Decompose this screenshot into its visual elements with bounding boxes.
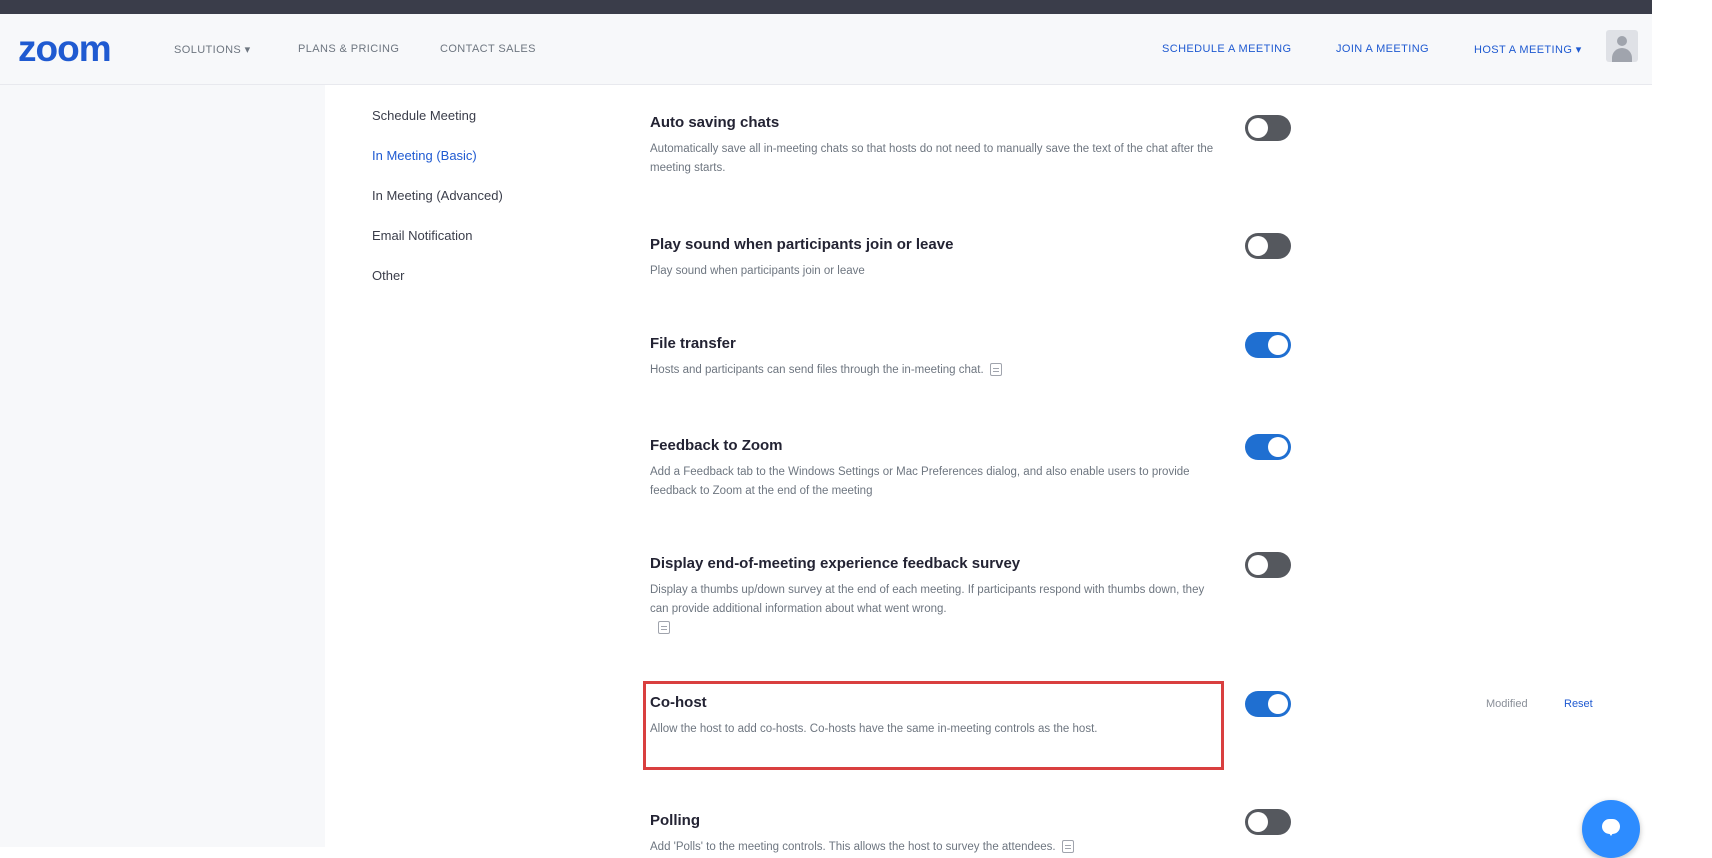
setting-file-transfer: File transfer Hosts and participants can… bbox=[650, 335, 1220, 380]
setting-title: Display end-of-meeting experience feedba… bbox=[650, 555, 1021, 572]
toggle-co-host[interactable] bbox=[1245, 691, 1291, 717]
top-strip bbox=[0, 0, 1652, 14]
setting-description: Hosts and participants can send files th… bbox=[650, 364, 984, 376]
setting-feedback-survey: Display end-of-meeting experience feedba… bbox=[650, 555, 1220, 638]
setting-polling: Polling Add 'Polls' to the meeting contr… bbox=[650, 812, 1220, 857]
toggle-auto-saving-chats[interactable] bbox=[1245, 115, 1291, 141]
sidenav-in-meeting-advanced[interactable]: In Meeting (Advanced) bbox=[372, 188, 503, 203]
setting-description: Automatically save all in-meeting chats … bbox=[650, 143, 1214, 174]
setting-title: Feedback to Zoom bbox=[650, 437, 783, 454]
nav-plans-pricing[interactable]: PLANS & PRICING bbox=[298, 43, 399, 55]
info-icon[interactable] bbox=[989, 363, 1002, 377]
setting-description: Add a Feedback tab to the Windows Settin… bbox=[650, 466, 1190, 497]
setting-title: Co-host bbox=[650, 694, 707, 711]
toggle-feedback-to-zoom[interactable] bbox=[1245, 434, 1291, 460]
setting-description: Display a thumbs up/down survey at the e… bbox=[650, 584, 1205, 615]
toggle-file-transfer[interactable] bbox=[1245, 332, 1291, 358]
setting-auto-saving-chats: Auto saving chats Automatically save all… bbox=[650, 114, 1220, 178]
nav-host-meeting[interactable]: HOST A MEETING ▾ bbox=[1474, 43, 1582, 56]
setting-feedback-to-zoom: Feedback to Zoom Add a Feedback tab to t… bbox=[650, 437, 1220, 501]
left-pane bbox=[0, 85, 325, 847]
sidenav-in-meeting-basic[interactable]: In Meeting (Basic) bbox=[372, 148, 503, 163]
toggle-play-sound[interactable] bbox=[1245, 233, 1291, 259]
nav-solutions[interactable]: SOLUTIONS ▾ bbox=[174, 43, 251, 56]
setting-title: Auto saving chats bbox=[650, 114, 780, 131]
setting-description: Allow the host to add co-hosts. Co-hosts… bbox=[650, 723, 1098, 735]
toggle-feedback-survey[interactable] bbox=[1245, 552, 1291, 578]
setting-play-sound: Play sound when participants join or lea… bbox=[650, 236, 1220, 281]
sidenav-other[interactable]: Other bbox=[372, 268, 503, 283]
setting-description: Add 'Polls' to the meeting controls. Thi… bbox=[650, 841, 1056, 853]
nav-join-meeting[interactable]: JOIN A MEETING bbox=[1336, 43, 1429, 55]
sidenav-email-notification[interactable]: Email Notification bbox=[372, 228, 503, 243]
chat-bubble-icon[interactable] bbox=[1582, 800, 1640, 858]
nav-contact-sales[interactable]: CONTACT SALES bbox=[440, 43, 536, 55]
setting-title: Play sound when participants join or lea… bbox=[650, 236, 954, 253]
settings-sidenav: Schedule Meeting In Meeting (Basic) In M… bbox=[372, 108, 503, 308]
setting-co-host: Co-host Allow the host to add co-hosts. … bbox=[650, 694, 1220, 739]
modified-label: Modified bbox=[1486, 698, 1528, 710]
toggle-polling[interactable] bbox=[1245, 809, 1291, 835]
info-icon[interactable] bbox=[658, 621, 670, 635]
site-header: zoom SOLUTIONS ▾ PLANS & PRICING CONTACT… bbox=[0, 14, 1652, 85]
zoom-logo[interactable]: zoom bbox=[18, 28, 112, 70]
user-avatar-icon[interactable] bbox=[1606, 30, 1638, 62]
reset-link[interactable]: Reset bbox=[1564, 698, 1593, 710]
setting-description: Play sound when participants join or lea… bbox=[650, 265, 865, 277]
nav-schedule-meeting[interactable]: SCHEDULE A MEETING bbox=[1162, 43, 1291, 55]
setting-title: Polling bbox=[650, 812, 700, 829]
setting-title: File transfer bbox=[650, 335, 736, 352]
sidenav-schedule-meeting[interactable]: Schedule Meeting bbox=[372, 108, 503, 123]
